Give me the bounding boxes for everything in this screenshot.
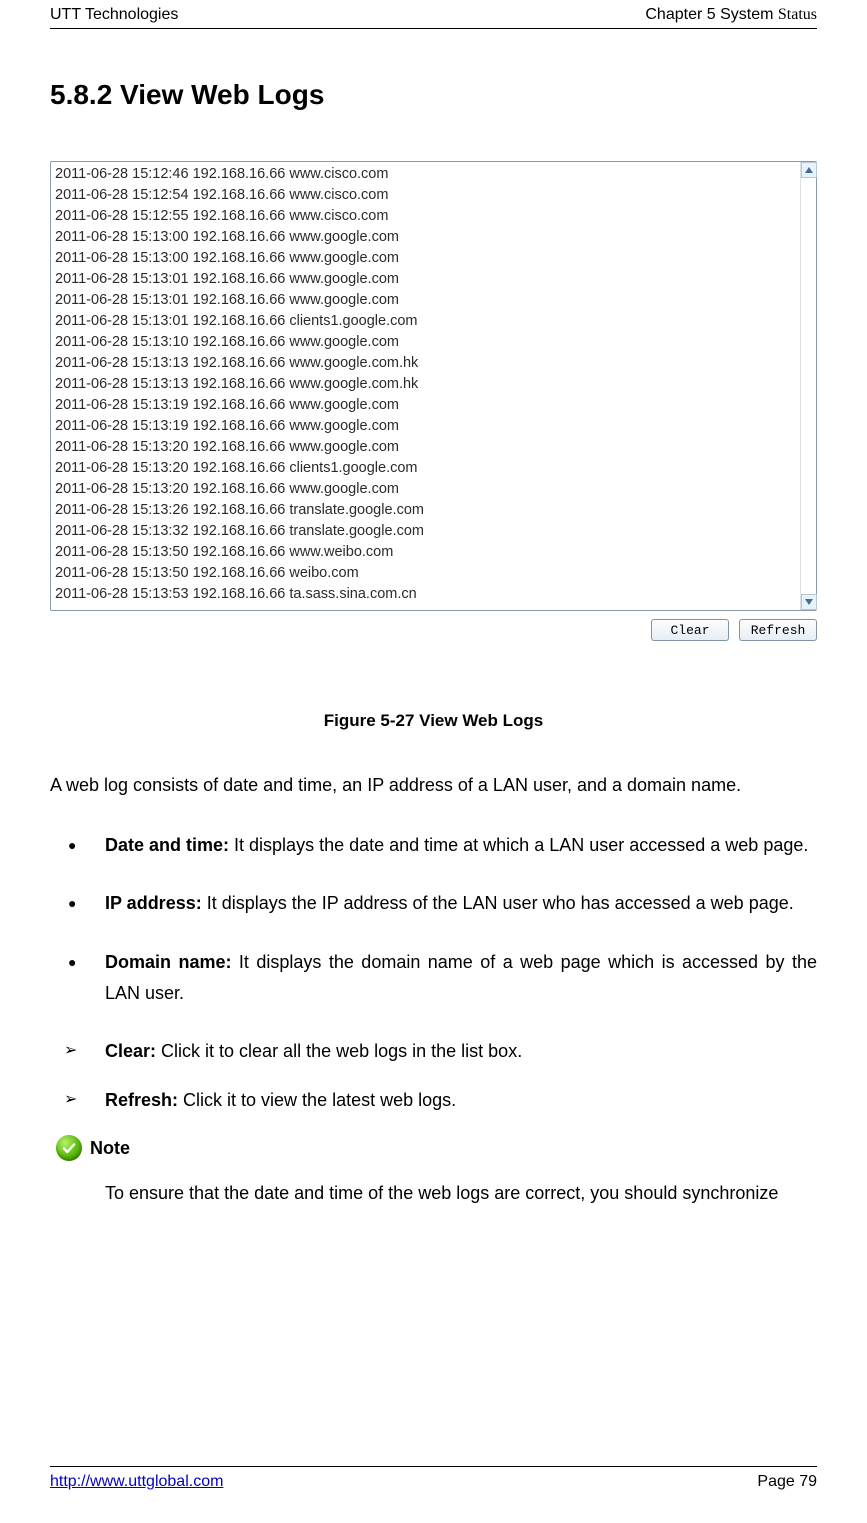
figure-caption: Figure 5-27 View Web Logs xyxy=(50,711,817,731)
list-item: IP address: It displays the IP address o… xyxy=(50,888,817,919)
checkmark-icon xyxy=(61,1140,77,1156)
log-row[interactable]: 2011-06-28 15:13:53 192.168.16.66 ta.sas… xyxy=(55,584,796,605)
intro-paragraph: A web log consists of date and time, an … xyxy=(50,771,817,800)
log-row[interactable]: 2011-06-28 15:13:13 192.168.16.66 www.go… xyxy=(55,374,796,395)
list-item: Refresh: Click it to view the latest web… xyxy=(50,1085,817,1116)
scroll-down-button[interactable] xyxy=(801,594,817,610)
web-log-listbox[interactable]: 2011-06-28 15:12:46 192.168.16.66 www.ci… xyxy=(51,162,800,610)
note-header: Note xyxy=(50,1135,817,1161)
list-item: Clear: Click it to clear all the web log… xyxy=(50,1036,817,1067)
header-divider xyxy=(50,28,817,29)
refresh-button[interactable]: Refresh xyxy=(739,619,817,641)
header-status: Status xyxy=(778,6,817,23)
log-row[interactable]: 2011-06-28 15:12:54 192.168.16.66 www.ci… xyxy=(55,185,796,206)
header-chapter: Chapter 5 System xyxy=(645,6,778,23)
arrow-up-icon xyxy=(805,167,813,173)
log-row[interactable]: 2011-06-28 15:12:55 192.168.16.66 www.ci… xyxy=(55,206,796,227)
log-row[interactable]: 2011-06-28 15:13:20 192.168.16.66 www.go… xyxy=(55,479,796,500)
log-row[interactable]: 2011-06-28 15:13:01 192.168.16.66 www.go… xyxy=(55,290,796,311)
term-label: Date and time: xyxy=(105,835,229,855)
log-row[interactable]: 2011-06-28 15:13:20 192.168.16.66 www.go… xyxy=(55,437,796,458)
scroll-up-button[interactable] xyxy=(801,162,817,178)
term-text: Click it to clear all the web logs in th… xyxy=(156,1041,522,1061)
log-row[interactable]: 2011-06-28 15:13:13 192.168.16.66 www.go… xyxy=(55,353,796,374)
log-row[interactable]: 2011-06-28 15:13:00 192.168.16.66 www.go… xyxy=(55,227,796,248)
log-row[interactable]: 2011-06-28 15:13:32 192.168.16.66 transl… xyxy=(55,521,796,542)
term-label: Clear: xyxy=(105,1041,156,1061)
log-row[interactable]: 2011-06-28 15:12:46 192.168.16.66 www.ci… xyxy=(55,164,796,185)
log-row[interactable]: 2011-06-28 15:13:10 192.168.16.66 www.go… xyxy=(55,332,796,353)
log-row[interactable]: 2011-06-28 15:13:00 192.168.16.66 www.go… xyxy=(55,248,796,269)
section-heading: 5.8.2 View Web Logs xyxy=(50,79,817,111)
field-definitions-list: Date and time: It displays the date and … xyxy=(50,830,817,1008)
term-text: Click it to view the latest web logs. xyxy=(178,1090,456,1110)
header-right: Chapter 5 System Status xyxy=(645,6,817,24)
header-left: UTT Technologies xyxy=(50,6,178,24)
term-label: IP address: xyxy=(105,893,202,913)
scrollbar-vertical[interactable] xyxy=(800,162,816,610)
log-row[interactable]: 2011-06-28 15:13:01 192.168.16.66 client… xyxy=(55,311,796,332)
log-row[interactable]: 2011-06-28 15:13:01 192.168.16.66 www.go… xyxy=(55,269,796,290)
log-row[interactable]: 2011-06-28 15:13:26 192.168.16.66 transl… xyxy=(55,500,796,521)
log-panel-buttons: Clear Refresh xyxy=(50,619,817,641)
log-row[interactable]: 2011-06-28 15:13:20 192.168.16.66 client… xyxy=(55,458,796,479)
log-row[interactable]: 2011-06-28 15:13:50 192.168.16.66 weibo.… xyxy=(55,563,796,584)
term-text: It displays the IP address of the LAN us… xyxy=(202,893,794,913)
note-label: Note xyxy=(90,1138,130,1159)
log-row[interactable]: 2011-06-28 15:13:19 192.168.16.66 www.go… xyxy=(55,416,796,437)
page-header: UTT Technologies Chapter 5 System Status xyxy=(50,0,817,24)
log-row[interactable]: 2011-06-28 15:13:50 192.168.16.66 www.we… xyxy=(55,542,796,563)
footer-divider xyxy=(50,1466,817,1467)
arrow-down-icon xyxy=(805,599,813,605)
term-label: Refresh: xyxy=(105,1090,178,1110)
page-number: Page 79 xyxy=(757,1473,817,1491)
log-row[interactable]: 2011-06-28 15:13:19 192.168.16.66 www.go… xyxy=(55,395,796,416)
action-definitions-list: Clear: Click it to clear all the web log… xyxy=(50,1036,817,1115)
term-label: Domain name: xyxy=(105,952,231,972)
page-footer: http://www.uttglobal.com Page 79 xyxy=(50,1466,817,1491)
check-circle-icon xyxy=(56,1135,82,1161)
clear-button[interactable]: Clear xyxy=(651,619,729,641)
note-text: To ensure that the date and time of the … xyxy=(50,1179,817,1208)
footer-link[interactable]: http://www.uttglobal.com xyxy=(50,1473,223,1491)
web-log-panel: 2011-06-28 15:12:46 192.168.16.66 www.ci… xyxy=(50,161,817,611)
list-item: Date and time: It displays the date and … xyxy=(50,830,817,861)
list-item: Domain name: It displays the domain name… xyxy=(50,947,817,1008)
term-text: It displays the date and time at which a… xyxy=(229,835,808,855)
